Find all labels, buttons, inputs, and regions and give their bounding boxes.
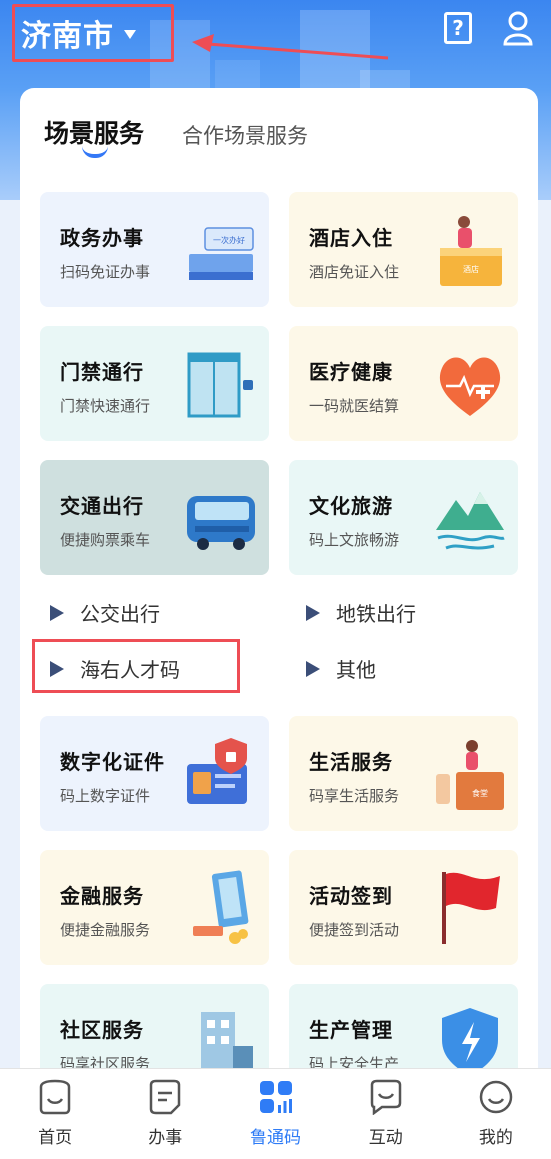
mountain-icon [436,492,505,550]
nav-label: 互动 [368,1128,403,1148]
tile-culture-tourism[interactable]: 文化旅游 码上文旅畅游 [289,460,518,575]
active-tab-indicator [82,146,108,158]
tile-life-services[interactable]: 生活服务 码享生活服务 食堂 [289,716,518,831]
tile-digital-id[interactable]: 数字化证件 码上数字证件 [40,716,269,831]
link-label: 地铁出行 [336,602,416,626]
play-arrow-icon [50,660,64,677]
play-arrow-icon [50,604,64,621]
lutong-code-icon [259,1081,292,1113]
hotel-reception-icon: 酒店 [440,216,502,286]
link-other[interactable]: 其他 [306,654,376,683]
finance-icon [193,870,249,944]
tile-hotel-checkin[interactable]: 酒店入住 酒店免证入住 酒店 [289,192,518,307]
annotation-arrow [192,34,389,60]
user-icon[interactable] [502,10,534,46]
heart-icon [439,357,501,416]
tile-medical-health[interactable]: 医疗健康 一码就医结算 [289,326,518,441]
city-name: 济南市 [21,19,114,54]
link-label: 海右人才码 [80,658,180,682]
play-arrow-icon [306,604,320,621]
nav-profile[interactable]: 我的 [441,1069,551,1159]
link-label: 公交出行 [80,602,160,626]
link-haiyou-talent-code[interactable]: 海右人才码 [50,654,180,683]
nav-label: 办事 [148,1128,183,1148]
profile-icon [479,1080,513,1114]
tab-partner-scene-service[interactable]: 合作场景服务 [182,120,308,150]
id-card-icon [187,738,247,804]
nav-label: 我的 [478,1128,513,1148]
counter-sign-text: 一次办好 [213,235,245,245]
nav-label: 首页 [38,1128,73,1148]
tile-event-checkin[interactable]: 活动签到 便捷签到活动 [289,850,518,965]
play-arrow-icon [306,660,320,677]
tile-government-affairs[interactable]: 政务办事 扫码免证办事 一次办好 [40,192,269,307]
nav-service[interactable]: 办事 [110,1069,220,1159]
link-label: 其他 [336,658,376,682]
bus-icon [187,496,255,550]
chat-icon [370,1079,401,1115]
link-bus-travel[interactable]: 公交出行 [50,598,160,627]
nav-interaction[interactable]: 互动 [331,1069,441,1159]
access-gate-icon [187,352,253,418]
link-metro-travel[interactable]: 地铁出行 [306,598,416,627]
flag-icon [442,872,500,944]
bottom-navigation: 首页 办事 鲁通码 互动 我的 [0,1068,551,1159]
tile-financial-services[interactable]: 金融服务 便捷金融服务 [40,850,269,965]
shop-icon: 食堂 [436,740,504,810]
city-selector[interactable]: 济南市 [12,4,174,62]
home-icon [39,1079,71,1115]
scene-service-card: 场景服务 合作场景服务 政务办事 扫码免证办事 一次办好 酒店入住 酒店免证入住… [20,88,538,1088]
tab-bar: 场景服务 合作场景服务 [44,114,308,150]
nav-lutong-code[interactable]: 鲁通码 [220,1069,330,1159]
nav-label: 鲁通码 [250,1128,301,1148]
service-icon [150,1079,181,1115]
tile-access-control[interactable]: 门禁通行 门禁快速通行 [40,326,269,441]
caret-down-icon [124,29,136,39]
tile-transportation[interactable]: 交通出行 便捷购票乘车 [40,460,269,575]
government-counter-icon: 一次办好 [189,227,254,280]
help-icon[interactable]: ? [444,12,472,44]
nav-home[interactable]: 首页 [0,1069,110,1159]
hotel-sign-text: 酒店 [463,264,479,274]
shop-sign-text: 食堂 [472,788,488,798]
tab-scene-service[interactable]: 场景服务 [44,114,144,150]
